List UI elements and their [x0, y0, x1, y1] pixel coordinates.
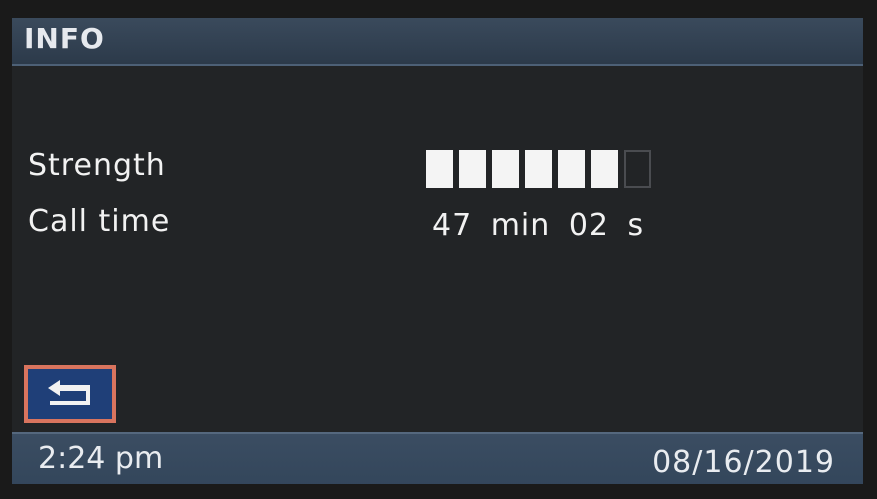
display-screen: INFO Strength Call time 47 min 02 s 2:24… — [12, 18, 863, 484]
status-bar: 2:24 pm 08/16/2019 — [12, 432, 863, 484]
signal-bar — [525, 150, 552, 188]
page-title: INFO — [24, 22, 105, 55]
signal-bar — [591, 150, 618, 188]
signal-bar — [459, 150, 486, 188]
call-time-label: Call time — [28, 204, 171, 239]
strength-label: Strength — [28, 148, 166, 183]
signal-bar — [426, 150, 453, 188]
signal-bar — [558, 150, 585, 188]
back-button[interactable] — [24, 365, 116, 423]
signal-bar — [624, 150, 651, 188]
signal-bar — [492, 150, 519, 188]
clock-time: 2:24 pm — [38, 441, 164, 476]
signal-strength-meter — [426, 150, 651, 190]
title-bar: INFO — [12, 18, 863, 66]
call-time-value: 47 min 02 s — [432, 208, 645, 243]
return-arrow-icon — [48, 380, 90, 405]
clock-date: 08/16/2019 — [652, 445, 835, 480]
